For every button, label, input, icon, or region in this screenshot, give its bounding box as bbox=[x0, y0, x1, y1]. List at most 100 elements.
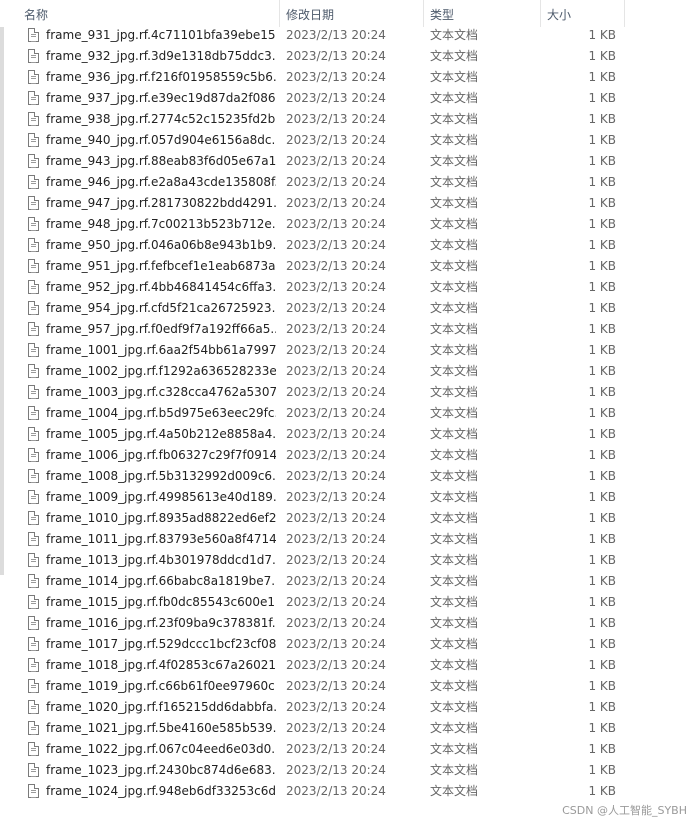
file-row[interactable]: frame_947_jpg.rf.281730822bdd4291... 2023… bbox=[0, 193, 695, 214]
file-row[interactable]: frame_1019_jpg.rf.c66b61f0ee97960c... 202… bbox=[0, 676, 695, 697]
file-row[interactable]: frame_1011_jpg.rf.83793e560a8f4714... 202… bbox=[0, 529, 695, 550]
file-row[interactable]: frame_1010_jpg.rf.8935ad8822ed6ef2... 202… bbox=[0, 508, 695, 529]
file-modified-date: 2023/2/13 20:24 bbox=[286, 385, 386, 399]
file-name: frame_943_jpg.rf.88eab83f6d05e67a1... bbox=[46, 154, 276, 168]
file-size: 1 KB bbox=[588, 28, 616, 42]
file-type: 文本文档 bbox=[430, 532, 479, 546]
file-size: 1 KB bbox=[588, 259, 616, 273]
file-name: frame_1021_jpg.rf.5be4160e585b539... bbox=[46, 721, 276, 735]
file-size: 1 KB bbox=[588, 154, 616, 168]
text-file-icon bbox=[28, 532, 39, 546]
text-file-icon bbox=[28, 406, 39, 420]
file-name: frame_1024_jpg.rf.948eb6df33253c6d... bbox=[46, 784, 276, 798]
file-row[interactable]: frame_1006_jpg.rf.fb06327c29f7f0914... 20… bbox=[0, 445, 695, 466]
file-row[interactable]: frame_932_jpg.rf.3d9e1318db75ddc3... 2023… bbox=[0, 46, 695, 67]
file-row[interactable]: frame_951_jpg.rf.fefbcef1e1eab6873a... 20… bbox=[0, 256, 695, 277]
file-modified-date: 2023/2/13 20:24 bbox=[286, 343, 386, 357]
file-modified-date: 2023/2/13 20:24 bbox=[286, 595, 386, 609]
file-row[interactable]: frame_946_jpg.rf.e2a8a43cde135808f... 202… bbox=[0, 172, 695, 193]
file-row[interactable]: frame_1013_jpg.rf.4b301978ddcd1d7... 2023… bbox=[0, 550, 695, 571]
file-name: frame_947_jpg.rf.281730822bdd4291... bbox=[46, 196, 276, 210]
text-file-icon bbox=[28, 427, 39, 441]
file-row[interactable]: frame_1003_jpg.rf.c328cca4762a5307... 202… bbox=[0, 382, 695, 403]
file-type: 文本文档 bbox=[430, 322, 479, 336]
file-row[interactable]: frame_1005_jpg.rf.4a50b212e8858a4... 2023… bbox=[0, 424, 695, 445]
file-type: 文本文档 bbox=[430, 721, 479, 735]
column-header-type[interactable]: 类型 bbox=[424, 0, 541, 27]
file-type: 文本文档 bbox=[430, 196, 479, 210]
file-row[interactable]: frame_936_jpg.rf.f216f01958559c5b6... 202… bbox=[0, 67, 695, 88]
file-row[interactable]: frame_1015_jpg.rf.fb0dc85543c600e1... 202… bbox=[0, 592, 695, 613]
file-type: 文本文档 bbox=[430, 574, 479, 588]
file-modified-date: 2023/2/13 20:24 bbox=[286, 238, 386, 252]
text-file-icon bbox=[28, 259, 39, 273]
file-row[interactable]: frame_1017_jpg.rf.529dccc1bcf23cf08... 20… bbox=[0, 634, 695, 655]
file-size: 1 KB bbox=[588, 700, 616, 714]
file-name: frame_932_jpg.rf.3d9e1318db75ddc3... bbox=[46, 49, 276, 63]
file-row[interactable]: frame_957_jpg.rf.f0edf9f7a192ff66a5... 20… bbox=[0, 319, 695, 340]
file-type: 文本文档 bbox=[430, 259, 479, 273]
file-row[interactable]: frame_1024_jpg.rf.948eb6df33253c6d... 202… bbox=[0, 781, 695, 802]
file-name: frame_938_jpg.rf.2774c52c15235fd2b... bbox=[46, 112, 276, 126]
file-row[interactable]: frame_1021_jpg.rf.5be4160e585b539... 2023… bbox=[0, 718, 695, 739]
file-row[interactable]: frame_931_jpg.rf.4c71101bfa39ebe15... 202… bbox=[0, 25, 695, 46]
file-modified-date: 2023/2/13 20:24 bbox=[286, 763, 386, 777]
file-row[interactable]: frame_954_jpg.rf.cfd5f21ca26725923... 202… bbox=[0, 298, 695, 319]
file-name: frame_1009_jpg.rf.49985613e40d189... bbox=[46, 490, 276, 504]
file-row[interactable]: frame_1018_jpg.rf.4f02853c67a26021... 202… bbox=[0, 655, 695, 676]
file-row[interactable]: frame_948_jpg.rf.7c00213b523b712e... 2023… bbox=[0, 214, 695, 235]
file-name: frame_952_jpg.rf.4bb46841454c6ffa3... bbox=[46, 280, 276, 294]
file-row[interactable]: frame_952_jpg.rf.4bb46841454c6ffa3... 202… bbox=[0, 277, 695, 298]
file-row[interactable]: frame_943_jpg.rf.88eab83f6d05e67a1... 202… bbox=[0, 151, 695, 172]
file-row[interactable]: frame_1009_jpg.rf.49985613e40d189... 2023… bbox=[0, 487, 695, 508]
file-row[interactable]: frame_1002_jpg.rf.f1292a636528233e... 202… bbox=[0, 361, 695, 382]
file-name: frame_1006_jpg.rf.fb06327c29f7f0914... bbox=[46, 448, 276, 462]
file-type: 文本文档 bbox=[430, 301, 479, 315]
column-header-date[interactable]: 修改日期 bbox=[280, 0, 424, 27]
column-header-name[interactable]: 名称 ^ bbox=[18, 0, 280, 27]
text-file-icon bbox=[28, 763, 39, 777]
text-file-icon bbox=[28, 280, 39, 294]
file-row[interactable]: frame_1004_jpg.rf.b5d975e63eec29fc... 202… bbox=[0, 403, 695, 424]
file-size: 1 KB bbox=[588, 616, 616, 630]
file-row[interactable]: frame_950_jpg.rf.046a06b8e943b1b9... 2023… bbox=[0, 235, 695, 256]
file-size: 1 KB bbox=[588, 490, 616, 504]
file-size: 1 KB bbox=[588, 238, 616, 252]
file-modified-date: 2023/2/13 20:24 bbox=[286, 259, 386, 273]
file-row[interactable]: frame_938_jpg.rf.2774c52c15235fd2b... 202… bbox=[0, 109, 695, 130]
file-modified-date: 2023/2/13 20:24 bbox=[286, 427, 386, 441]
file-type: 文本文档 bbox=[430, 553, 479, 567]
file-name: frame_1002_jpg.rf.f1292a636528233e... bbox=[46, 364, 276, 378]
file-type: 文本文档 bbox=[430, 742, 479, 756]
file-name: frame_1001_jpg.rf.6aa2f54bb61a7997... bbox=[46, 343, 276, 357]
text-file-icon bbox=[28, 595, 39, 609]
file-name: frame_1016_jpg.rf.23f09ba9c378381f... bbox=[46, 616, 276, 630]
file-row[interactable]: frame_1020_jpg.rf.f165215dd6dabbfa... 202… bbox=[0, 697, 695, 718]
file-type: 文本文档 bbox=[430, 70, 479, 84]
file-row[interactable]: frame_1008_jpg.rf.5b3132992d009c6... 2023… bbox=[0, 466, 695, 487]
file-type: 文本文档 bbox=[430, 133, 479, 147]
file-modified-date: 2023/2/13 20:24 bbox=[286, 133, 386, 147]
column-header-size[interactable]: 大小 bbox=[541, 0, 625, 27]
file-modified-date: 2023/2/13 20:24 bbox=[286, 70, 386, 84]
file-row[interactable]: frame_1023_jpg.rf.2430bc874d6e683... 2023… bbox=[0, 760, 695, 781]
file-row[interactable]: frame_1016_jpg.rf.23f09ba9c378381f... 202… bbox=[0, 613, 695, 634]
file-type: 文本文档 bbox=[430, 658, 479, 672]
file-modified-date: 2023/2/13 20:24 bbox=[286, 721, 386, 735]
text-file-icon bbox=[28, 301, 39, 315]
text-file-icon bbox=[28, 448, 39, 462]
file-row[interactable]: frame_1001_jpg.rf.6aa2f54bb61a7997... 202… bbox=[0, 340, 695, 361]
file-name: frame_1004_jpg.rf.b5d975e63eec29fc... bbox=[46, 406, 276, 420]
text-file-icon bbox=[28, 742, 39, 756]
file-modified-date: 2023/2/13 20:24 bbox=[286, 700, 386, 714]
file-name: frame_937_jpg.rf.e39ec19d87da2f086... bbox=[46, 91, 276, 105]
file-row[interactable]: frame_937_jpg.rf.e39ec19d87da2f086... 202… bbox=[0, 88, 695, 109]
file-name: frame_946_jpg.rf.e2a8a43cde135808f... bbox=[46, 175, 276, 189]
file-size: 1 KB bbox=[588, 742, 616, 756]
column-header-type-label: 类型 bbox=[430, 8, 455, 22]
file-row[interactable]: frame_940_jpg.rf.057d904e6156a8dc... 2023… bbox=[0, 130, 695, 151]
file-row[interactable]: frame_1022_jpg.rf.067c04eed6e03d0... 2023… bbox=[0, 739, 695, 760]
file-row[interactable]: frame_1014_jpg.rf.66babc8a1819be7... 2023… bbox=[0, 571, 695, 592]
file-size: 1 KB bbox=[588, 301, 616, 315]
file-type: 文本文档 bbox=[430, 427, 479, 441]
